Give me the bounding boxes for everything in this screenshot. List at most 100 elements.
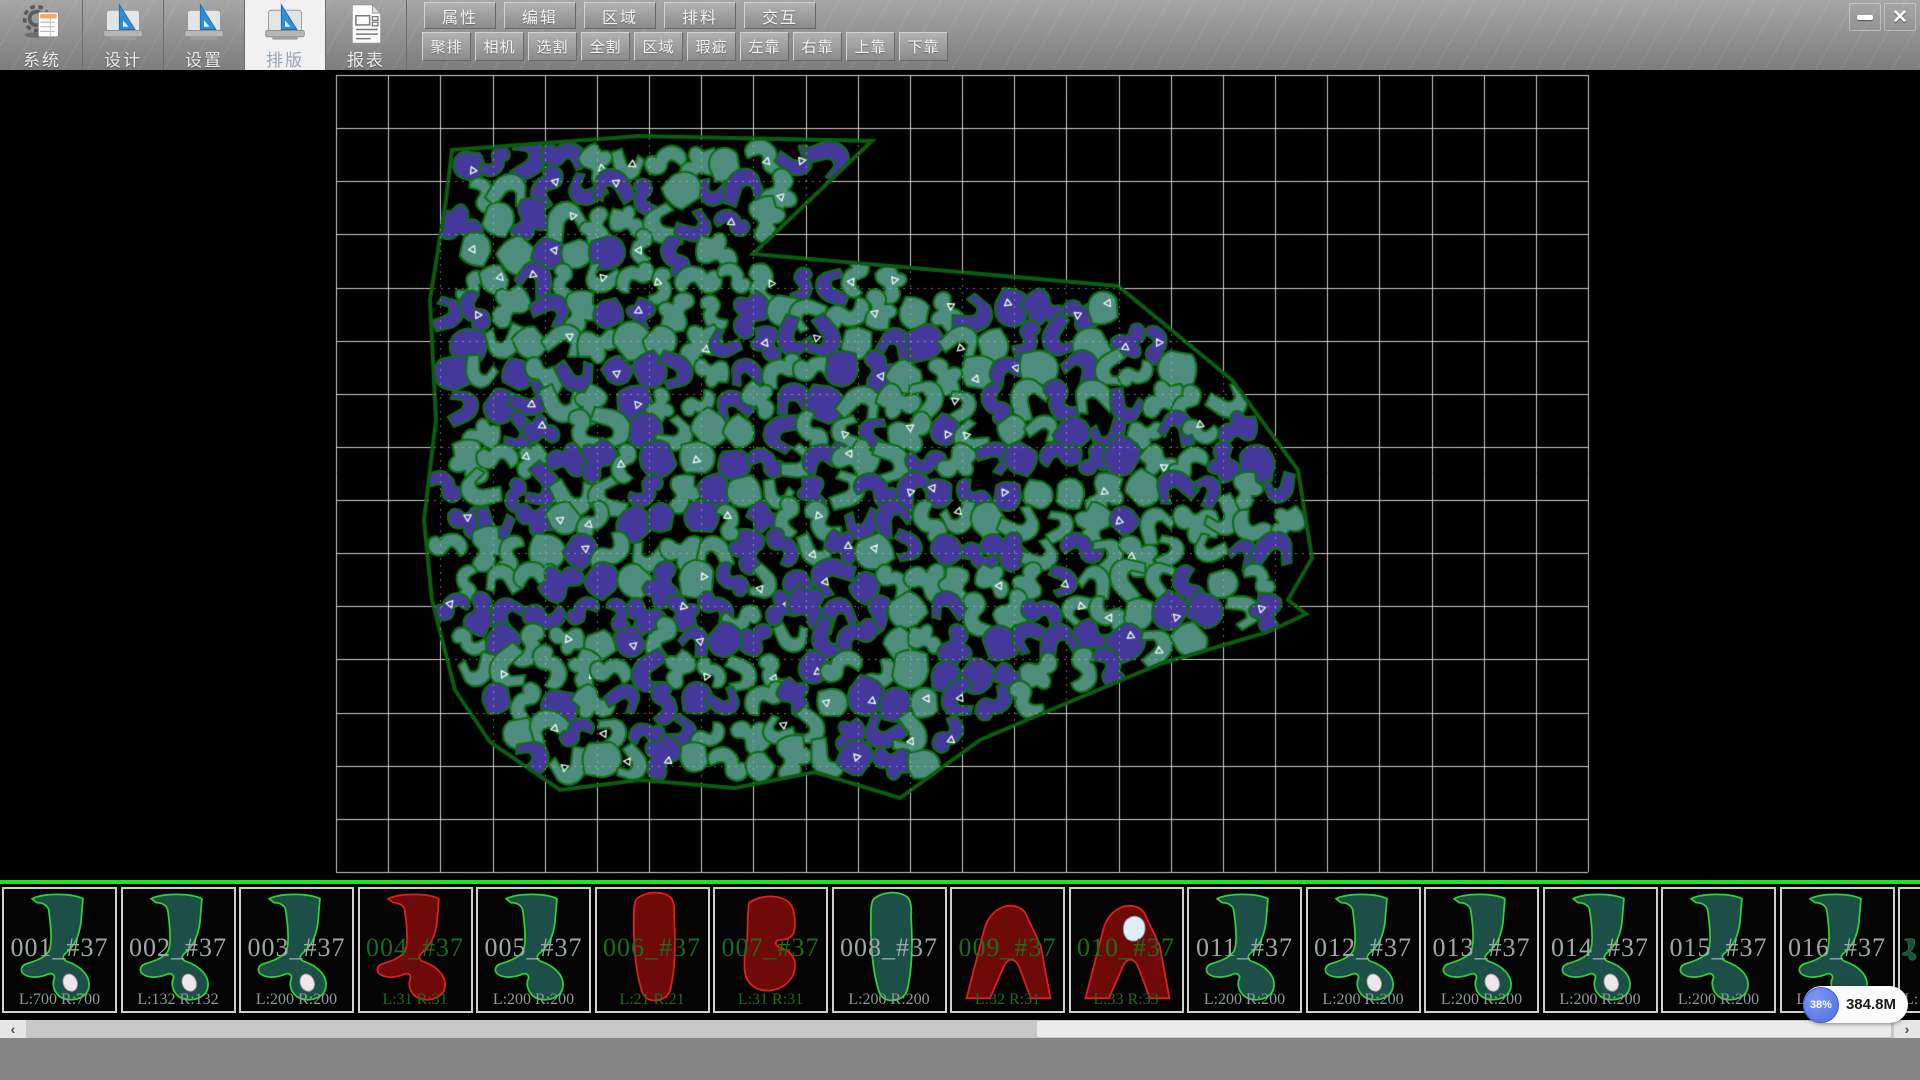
menu-tab-nesting[interactable]: 排料 (664, 2, 736, 29)
scroll-right-button[interactable]: › (1894, 1020, 1920, 1038)
part-thumbnail[interactable]: 006_#37 L:21 R:21 (595, 887, 710, 1013)
report-icon (343, 2, 389, 46)
part-thumbnail[interactable]: 007_#37 L:31 R:31 (713, 887, 828, 1013)
part-lr-count: L:200 R:200 (478, 991, 589, 1009)
horizontal-scrollbar[interactable]: ‹ › (0, 1020, 1920, 1038)
minimize-icon (1857, 15, 1873, 20)
part-lr-count: L:200 R:200 (1663, 991, 1774, 1009)
part-lr-count: L:31 R:31 (360, 991, 471, 1009)
memory-percent: 38% (1810, 999, 1832, 1011)
toolbar: 系统 设计 设置 排版 报表 属性编辑区域排料交互 聚排相机选割全割区域瑕疵左靠… (0, 0, 1920, 70)
tool-button-snap-left[interactable]: 左靠 (740, 32, 789, 61)
main-tab-layout[interactable]: 排版 (245, 0, 326, 70)
layout-ruler-icon (262, 2, 308, 46)
part-thumbnail[interactable]: 015_#37 L:200 R:200 (1661, 887, 1776, 1013)
part-lr-count: L:21 R:21 (597, 991, 708, 1009)
tool-button-camera[interactable]: 相机 (475, 32, 524, 61)
tool-button-snap-bottom[interactable]: 下靠 (899, 32, 948, 61)
strip-accent-line (0, 880, 1920, 884)
part-lr-count: L:200 R:200 (1308, 991, 1419, 1009)
part-id: 005_#37 (478, 933, 589, 963)
memory-percent-indicator: 38% (1803, 987, 1839, 1023)
main-tab-label: 排版 (266, 46, 304, 71)
tool-button-region[interactable]: 区域 (634, 32, 683, 61)
part-id: 001_#37 (4, 933, 115, 963)
part-thumbnail-list: 001_#37 L:700 R:700 002_#37 L:132 R:132 003_… (2, 887, 1920, 1013)
main-button-bar: 系统 设计 设置 排版 报表 (2, 0, 407, 70)
main-tab-label: 系统 (23, 46, 61, 71)
window-controls: ✕ (1849, 3, 1916, 31)
part-id: 003_#37 (241, 933, 352, 963)
scrollbar-thumb[interactable] (1037, 1021, 1891, 1037)
part-lr-count: L:200 R:200 (1545, 991, 1656, 1009)
tool-button-defect[interactable]: 瑕疵 (687, 32, 736, 61)
nesting-canvas[interactable] (0, 70, 1920, 880)
part-thumbnail[interactable]: 014_#37 L:200 R:200 (1543, 887, 1658, 1013)
memory-size: 384.8M (1846, 996, 1896, 1013)
part-thumbnail[interactable]: 011_#37 L:200 R:200 (1187, 887, 1302, 1013)
main-tab-settings[interactable]: 设置 (164, 0, 245, 70)
menu-rows: 属性编辑区域排料交互 聚排相机选割全割区域瑕疵左靠右靠上靠下靠 (424, 2, 948, 61)
tool-button-row: 聚排相机选割全割区域瑕疵左靠右靠上靠下靠 (422, 32, 948, 61)
close-icon: ✕ (1892, 8, 1908, 27)
menu-tab-properties[interactable]: 属性 (424, 2, 496, 29)
chevron-right-icon: › (1905, 1021, 1910, 1037)
close-button[interactable]: ✕ (1884, 3, 1916, 31)
part-thumbnail[interactable]: 004_#37 L:31 R:31 (358, 887, 473, 1013)
part-thumbnail[interactable]: 002_#37 L:132 R:132 (121, 887, 236, 1013)
memory-badge[interactable]: 38% 384.8M (1803, 986, 1908, 1023)
part-lr-count: L:132 R:132 (123, 991, 234, 1009)
part-lr-count: L:31 R:31 (715, 991, 826, 1009)
part-thumbnail[interactable]: 012_#37L:200 R:200 (1306, 887, 1421, 1013)
chevron-left-icon: ‹ (11, 1021, 16, 1037)
canvas-area (0, 70, 1920, 880)
main-tab-label: 设计 (104, 46, 142, 71)
part-id: 011_#37 (1189, 933, 1300, 963)
tool-button-select-cut[interactable]: 选割 (528, 32, 577, 61)
gear-icon (19, 2, 65, 46)
parts-strip: 001_#37 L:700 R:700 002_#37 L:132 R:132 003_… (0, 880, 1920, 1020)
design-ruler-icon (100, 2, 146, 46)
part-id: 010_#37 (1071, 933, 1182, 963)
menu-tab-region[interactable]: 区域 (584, 2, 656, 29)
part-lr-count: L:700 R:700 (4, 991, 115, 1009)
scroll-left-button[interactable]: ‹ (0, 1020, 26, 1038)
part-id: 008_#37 (834, 933, 945, 963)
part-thumbnail[interactable]: 013_#37 L:200 R:200 (1424, 887, 1539, 1013)
part-thumbnail[interactable]: 009_#37 L:32 R:31 (950, 887, 1065, 1013)
tool-button-snap-top[interactable]: 上靠 (846, 32, 895, 61)
tool-button-snap-right[interactable]: 右靠 (793, 32, 842, 61)
part-thumbnail[interactable]: 010_#37 L:33 R:33 (1069, 887, 1184, 1013)
part-id: 013_#37 (1426, 933, 1537, 963)
part-lr-count: L:200 R:200 (1189, 991, 1300, 1009)
main-tab-system[interactable]: 系统 (2, 0, 83, 70)
part-id: 009_#37 (952, 933, 1063, 963)
part-id: 004_#37 (360, 933, 471, 963)
main-tab-label: 设置 (185, 46, 223, 71)
part-id: 015_#37 (1663, 933, 1774, 963)
tool-button-cluster-nest[interactable]: 聚排 (422, 32, 471, 61)
part-lr-count: L:200 R:200 (834, 991, 945, 1009)
part-thumbnail[interactable]: 008_#37 L:200 R:200 (832, 887, 947, 1013)
app-window: 系统 设计 设置 排版 报表 属性编辑区域排料交互 聚排相机选割全割区域瑕疵左靠… (0, 0, 1920, 1080)
minimize-button[interactable] (1849, 3, 1881, 31)
part-thumbnail[interactable]: 001_#37 L:700 R:700 (2, 887, 117, 1013)
main-tab-label: 报表 (347, 46, 385, 71)
part-id: 014_#37 (1545, 933, 1656, 963)
status-band (0, 1038, 1920, 1080)
main-tab-report[interactable]: 报表 (326, 0, 407, 70)
tool-button-cut-all[interactable]: 全割 (581, 32, 630, 61)
menu-tab-interactive[interactable]: 交互 (744, 2, 816, 29)
part-id: 007_#37 (715, 933, 826, 963)
part-thumbnail[interactable]: 003_#37L:200 R:200 (239, 887, 354, 1013)
part-thumbnail[interactable]: 005_#37 L:200 R:200 (476, 887, 591, 1013)
part-lr-count: L:32 R:31 (952, 991, 1063, 1009)
settings-ruler-icon (181, 2, 227, 46)
part-id: 016_#37 (1782, 933, 1893, 963)
part-id: 002_#37 (123, 933, 234, 963)
part-lr-count: L:33 R:33 (1071, 991, 1182, 1009)
main-tab-design[interactable]: 设计 (83, 0, 164, 70)
part-lr-count: L:200 R:200 (1426, 991, 1537, 1009)
menu-tab-edit[interactable]: 编辑 (504, 2, 576, 29)
part-id: 006_#37 (597, 933, 708, 963)
